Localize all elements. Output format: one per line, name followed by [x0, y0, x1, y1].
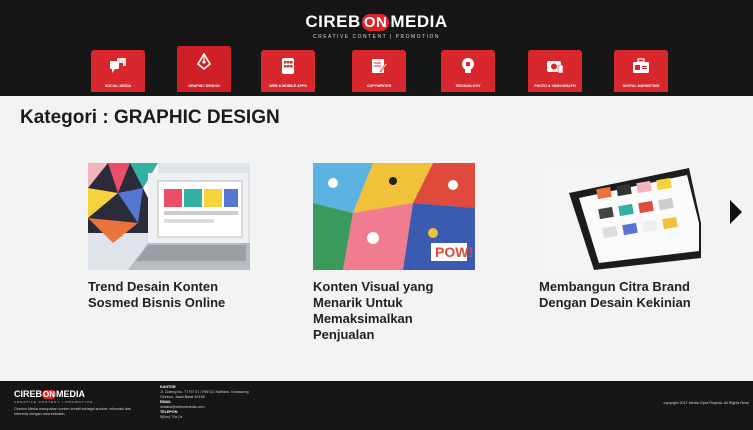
logo-text-on: ON: [361, 14, 390, 31]
logo-text-right: MEDIA: [390, 12, 448, 31]
footer-logo-left: CIREB: [14, 389, 43, 399]
category-nav: SOCIAL MEDIA GRAPHIC DESIGN WEB & MOBILE…: [0, 46, 753, 96]
tablet-portfolio-image: [539, 163, 701, 270]
nav-item-digital-marketing[interactable]: DIGITAL MARKETING: [614, 50, 668, 92]
footer-description: Cirebon Media merupakan konten kreatif s…: [14, 407, 132, 416]
nav-label: GRAPHIC DESIGN: [188, 84, 220, 88]
nav-label: SOCIAL MEDIA: [104, 84, 132, 88]
street-art-image: POW!: [313, 163, 475, 270]
article-thumbnail[interactable]: [88, 163, 250, 270]
article-thumbnail[interactable]: POW!: [313, 163, 475, 270]
logo-tagline: CREATIVE CONTENT | PROMOTION: [312, 34, 440, 40]
logo-text-left: CIREB: [305, 12, 361, 31]
nav-item-technology[interactable]: TECHNOLOGY: [441, 50, 495, 92]
article-card[interactable]: Trend Desain Konten Sosmed Bisnis Online: [88, 163, 250, 311]
footer-tagline: CREATIVE CONTENT | PROMOTION: [14, 400, 94, 404]
article-thumbnail[interactable]: [539, 163, 701, 270]
phone-value: 0(0xx) 70x-0x: [160, 415, 183, 419]
nav-item-social-media[interactable]: SOCIAL MEDIA: [91, 50, 145, 92]
nav-label: COPYWRITER: [366, 84, 392, 88]
lightbulb-chip-icon: [462, 58, 474, 73]
nav-label: PHOTO & VIDEOGRAPH: [534, 84, 576, 88]
site-logo[interactable]: CIREB ON MEDIA CREATIVE CONTENT | PROMOTIO…: [0, 12, 753, 40]
article-card[interactable]: POW! Konten Visual yang Menarik Untuk Me…: [313, 163, 475, 343]
svg-text:POW!: POW!: [435, 244, 473, 260]
site-header: CIREB ON MEDIA CREATIVE CONTENT | PROMOTIO…: [0, 0, 753, 96]
laptop-design-image: [88, 163, 250, 270]
social-media-icon: [110, 58, 126, 73]
article-card[interactable]: Membangun Citra Brand Dengan Desain Keki…: [539, 163, 701, 311]
next-arrow-icon[interactable]: [730, 200, 742, 224]
camera-icon: [547, 61, 564, 74]
app-grid-icon: [282, 58, 294, 74]
footer-logo-on: ON: [42, 390, 57, 399]
category-title: Kategori : GRAPHIC DESIGN: [20, 107, 280, 128]
briefcase-icon: [633, 58, 649, 73]
nav-label: DIGITAL MARKETING: [622, 84, 660, 88]
article-title[interactable]: Trend Desain Konten Sosmed Bisnis Online: [88, 279, 250, 311]
nav-item-web-mobile-apps[interactable]: WEB & MOBILE APPS: [261, 50, 315, 92]
article-title[interactable]: Membangun Citra Brand Dengan Desain Keki…: [539, 279, 701, 311]
nav-item-graphic-design[interactable]: GRAPHIC DESIGN: [177, 46, 231, 92]
nav-item-copywriter[interactable]: COPYWRITER: [352, 50, 406, 92]
article-title[interactable]: Konten Visual yang Menarik Untuk Memaksi…: [313, 279, 475, 343]
document-edit-icon: [372, 59, 388, 73]
nav-label: TECHNOLOGY: [455, 84, 481, 88]
copyright-text: copyright 2017 Media Cipta Regista. All …: [663, 401, 749, 405]
nav-item-photo-videograph[interactable]: PHOTO & VIDEOGRAPH: [528, 50, 582, 92]
footer-logo-right: MEDIA: [56, 389, 86, 399]
pen-tool-icon: [196, 53, 212, 71]
footer-contact: KANTOR Jl. Cideng No. 77 RT 01 / RW 02, …: [160, 385, 310, 420]
nav-label: WEB & MOBILE APPS: [269, 84, 307, 88]
footer-logo[interactable]: CIREBONMEDIA: [14, 389, 85, 399]
site-footer: CIREBONMEDIA CREATIVE CONTENT | PROMOTIO…: [0, 381, 753, 430]
